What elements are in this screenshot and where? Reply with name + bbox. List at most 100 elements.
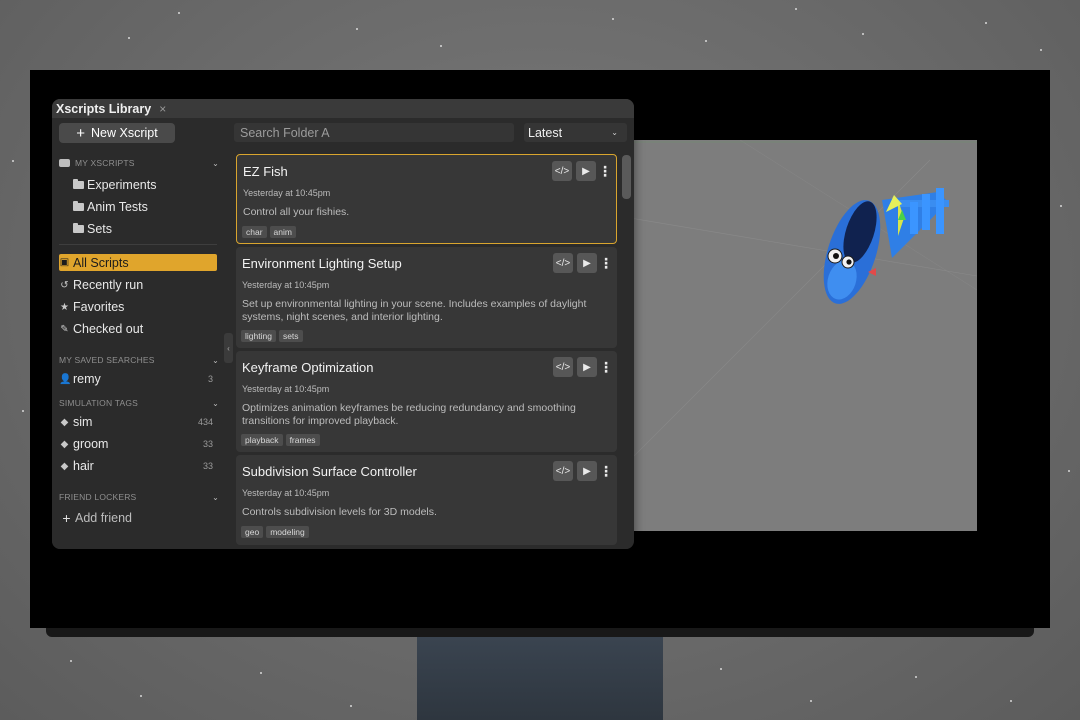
sidebar-collapse-handle[interactable]: ‹ — [224, 333, 233, 363]
section-saved-searches[interactable]: MY SAVED SEARCHES ⌄ — [59, 354, 219, 366]
tag-chip[interactable]: geo — [241, 526, 264, 538]
folder-icon — [73, 223, 84, 233]
saved-search-label: remy — [73, 372, 101, 386]
nav-favorites[interactable]: ★ Favorites — [59, 297, 124, 317]
tag-sim[interactable]: ◆ sim 434 — [59, 412, 219, 432]
section-label: SIMULATION TAGS — [59, 398, 139, 408]
folder-sets[interactable]: Sets — [73, 219, 112, 239]
section-label: FRIEND LOCKERS — [59, 492, 137, 502]
script-description: Control all your fishies. — [243, 206, 350, 218]
viewport-scene — [630, 140, 977, 461]
history-icon: ↺ — [60, 279, 69, 291]
script-title: Keyframe Optimization — [242, 360, 374, 375]
nav-all-scripts[interactable]: ▣ All Scripts — [59, 254, 217, 271]
code-icon[interactable]: </> — [552, 161, 572, 181]
play-icon[interactable]: ▶ — [577, 357, 597, 377]
section-label: MY SAVED SEARCHES — [59, 355, 155, 365]
tag-icon: ◆ — [60, 416, 69, 428]
section-friend-lockers[interactable]: FRIEND LOCKERS ⌄ — [59, 491, 219, 503]
tag-chip[interactable]: char — [242, 226, 267, 238]
tag-chip[interactable]: playback — [241, 434, 283, 446]
chevron-down-icon: ⌄ — [212, 355, 219, 365]
panel-title: Xscripts Library — [56, 101, 152, 116]
script-description: Controls subdivision levels for 3D model… — [242, 506, 437, 518]
tag-label: sim — [73, 415, 93, 429]
xscripts-library-panel: Xscripts Library × + New Xscript MY XSCR… — [52, 99, 634, 549]
chevron-down-icon: ⌄ — [212, 158, 219, 168]
script-card-environment-lighting[interactable]: Environment Lighting Setup Yesterday at … — [236, 247, 617, 348]
script-card-keyframe-optimization[interactable]: Keyframe Optimization Yesterday at 10:45… — [236, 351, 617, 452]
tag-count: 33 — [202, 461, 213, 471]
add-friend-button[interactable]: + Add friend — [61, 508, 132, 528]
tag-icon: ◆ — [60, 438, 69, 450]
saved-search-remy[interactable]: 👤 remy 3 — [59, 369, 219, 389]
code-icon[interactable]: </> — [553, 357, 573, 377]
pencil-icon: ✎ — [60, 323, 69, 335]
play-icon[interactable]: ▶ — [576, 161, 596, 181]
tag-label: hair — [73, 459, 94, 473]
tag-label: groom — [73, 437, 109, 451]
section-my-xscripts[interactable]: MY XSCRIPTS ⌄ — [59, 157, 219, 169]
play-icon[interactable]: ▶ — [577, 461, 597, 481]
tag-groom[interactable]: ◆ groom 33 — [59, 434, 219, 454]
more-options-icon[interactable]: ⋮ — [599, 357, 613, 377]
script-timestamp: Yesterday at 10:45pm — [242, 384, 330, 394]
nav-checked-out[interactable]: ✎ Checked out — [59, 319, 143, 339]
new-xscript-button[interactable]: + New Xscript — [59, 123, 175, 143]
plus-icon: + — [76, 124, 86, 142]
scrollbar-thumb[interactable] — [622, 155, 631, 199]
script-tags: char anim — [242, 226, 296, 238]
code-icon[interactable]: </> — [553, 253, 573, 273]
search-input[interactable] — [234, 123, 514, 142]
section-simulation-tags[interactable]: SIMULATION TAGS ⌄ — [59, 397, 219, 409]
tag-chip[interactable]: anim — [269, 226, 296, 238]
library-icon — [59, 159, 70, 167]
card-actions: </> ▶ ⋮ — [553, 253, 613, 273]
tag-chip[interactable]: lighting — [241, 330, 276, 342]
monitor-stand — [417, 637, 663, 720]
sort-dropdown[interactable]: Latest ⌄ — [524, 123, 627, 142]
more-options-icon[interactable]: ⋮ — [599, 461, 613, 481]
folder-label: Experiments — [87, 178, 157, 192]
monitor-screen: Xscripts Library × + New Xscript MY XSCR… — [30, 70, 1050, 628]
script-card-ez-fish[interactable]: EZ Fish Yesterday at 10:45pm Control all… — [236, 154, 617, 244]
play-icon[interactable]: ▶ — [577, 253, 597, 273]
tag-count: 434 — [197, 417, 213, 427]
folder-experiments[interactable]: Experiments — [73, 175, 156, 195]
tag-hair[interactable]: ◆ hair 33 — [59, 456, 219, 476]
tag-chip[interactable]: sets — [278, 330, 303, 342]
nav-recently-run[interactable]: ↺ Recently run — [59, 275, 143, 295]
folder-icon — [73, 179, 84, 189]
nav-label: Favorites — [73, 300, 125, 314]
sidebar: + New Xscript MY XSCRIPTS ⌄ Experiments … — [52, 118, 224, 549]
folder-icon — [73, 201, 84, 211]
script-tags: playback frames — [241, 434, 320, 446]
nav-label: Recently run — [73, 278, 144, 292]
folder-label: Sets — [87, 222, 113, 236]
script-card-subdivision-surface[interactable]: Subdivision Surface Controller Yesterday… — [236, 455, 617, 545]
script-title: Environment Lighting Setup — [242, 256, 402, 271]
section-label: MY XSCRIPTS — [75, 158, 135, 168]
script-tags: geo modeling — [241, 526, 309, 538]
more-options-icon[interactable]: ⋮ — [598, 161, 612, 181]
sort-selected-value: Latest — [528, 125, 563, 140]
panel-header: Xscripts Library × — [52, 99, 634, 118]
plus-icon: + — [62, 510, 71, 526]
tag-icon: ◆ — [60, 460, 69, 472]
3d-viewport[interactable] — [630, 140, 977, 531]
divider — [59, 244, 217, 245]
tag-chip[interactable]: frames — [285, 434, 320, 446]
scrollbar-track[interactable] — [622, 155, 632, 549]
card-actions: </> ▶ ⋮ — [553, 461, 613, 481]
fish-model[interactable] — [812, 188, 949, 311]
tag-count: 33 — [202, 439, 213, 449]
chevron-down-icon: ⌄ — [212, 492, 219, 502]
close-icon[interactable]: × — [159, 102, 166, 116]
tag-chip[interactable]: modeling — [266, 526, 309, 538]
code-icon[interactable]: </> — [553, 461, 573, 481]
folder-label: Anim Tests — [87, 200, 148, 214]
script-title: EZ Fish — [243, 164, 288, 179]
folder-anim-tests[interactable]: Anim Tests — [73, 197, 148, 217]
script-title: Subdivision Surface Controller — [242, 464, 417, 479]
more-options-icon[interactable]: ⋮ — [599, 253, 613, 273]
